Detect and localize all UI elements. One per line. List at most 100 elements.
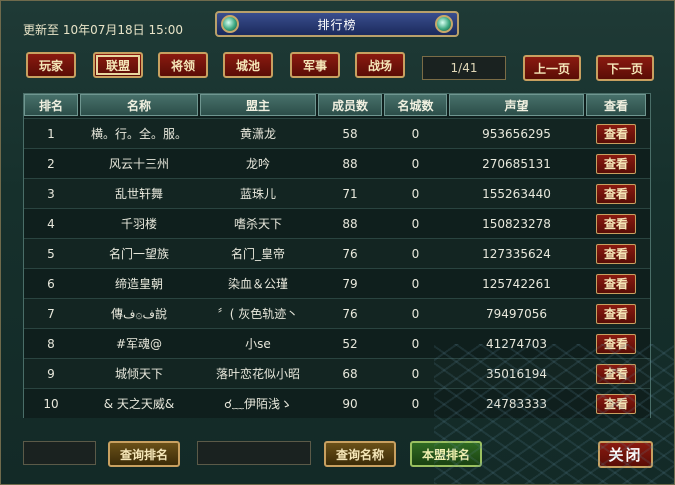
cell-view: 查看 [586,149,646,179]
title-bar: 排行榜 [215,11,459,37]
tab-alliance[interactable]: 联盟 [93,52,143,78]
cell-fame: 24783333 [485,396,548,411]
view-button[interactable]: 查看 [596,273,636,294]
cell-alliance-name: 傳ف۞ف說 [111,307,167,321]
name-search-input[interactable] [197,441,311,465]
cell-cities: 0 [411,306,420,321]
cell-fame: 125742261 [482,276,551,291]
cell-rank: 6 [47,276,55,291]
cell-leader: 染血＆公瑾 [227,277,288,291]
rank-search-input[interactable] [23,441,96,465]
table-row: 9 城倾天下 落叶恋花似小昭 68 0 35016194 查看 [24,358,650,388]
cell-rank: 3 [47,186,55,201]
alliance-rank-button[interactable]: 本盟排名 [410,441,482,467]
cell-leader: 名门_皇帝 [230,247,285,261]
view-button[interactable]: 查看 [596,213,636,234]
cell-rank: 4 [47,216,55,231]
ranking-table: 排名 名称 盟主 成员数 名城数 声望 查看 1 横。行。全。服。 黄潇龙 58 0 95… [23,93,651,418]
cell-rank: 2 [47,156,55,171]
cell-cities: 0 [411,336,420,351]
search-name-button[interactable]: 查询名称 [324,441,396,467]
column-header-rank: 排名 [24,94,78,116]
cell-members: 52 [342,336,358,351]
tab-battlefield[interactable]: 战场 [355,52,405,78]
cell-view: 查看 [586,329,646,359]
cell-view: 查看 [586,359,646,389]
table-row: 8 #军魂@ 小se 52 0 41274703 查看 [24,328,650,358]
cell-rank: 1 [47,126,55,141]
table-row: 5 名门一望族 名门_皇帝 76 0 127335624 查看 [24,238,650,268]
cell-alliance-name: 千羽楼 [120,217,157,231]
close-button[interactable]: 关闭 [598,441,653,468]
tab-military[interactable]: 军事 [290,52,340,78]
cell-rank: 9 [47,366,55,381]
cell-cities: 0 [411,156,420,171]
table-row: 1 横。行。全。服。 黄潇龙 58 0 953656295 查看 [24,118,650,148]
view-button[interactable]: 查看 [596,333,636,354]
column-header-view: 查看 [586,94,646,116]
cell-alliance-name: 横。行。全。服。 [90,127,187,141]
cell-leader: 蓝珠儿 [239,187,276,201]
page-title: 排行榜 [317,17,357,32]
table-row: 10 & 天之天威& ☌﹏伊陌浅ゝ 90 0 24783333 查看 [24,388,650,418]
cell-members: 76 [342,306,358,321]
view-button[interactable]: 查看 [596,153,636,174]
cell-cities: 0 [411,396,420,411]
view-button[interactable]: 查看 [596,303,636,324]
cell-cities: 0 [411,276,420,291]
cell-members: 68 [342,366,358,381]
cell-fame: 41274703 [485,336,548,351]
view-button[interactable]: 查看 [596,123,636,144]
cell-rank: 8 [47,336,55,351]
cell-fame: 150823278 [482,216,551,231]
tab-player[interactable]: 玩家 [26,52,76,78]
table-row: 4 千羽楼 嗜杀天下 88 0 150823278 查看 [24,208,650,238]
cell-leader: 小se [245,337,271,351]
view-button[interactable]: 查看 [596,393,636,414]
cell-view: 查看 [586,389,646,419]
cell-rank: 5 [47,246,55,261]
cell-cities: 0 [411,366,420,381]
cell-members: 88 [342,216,358,231]
table-row: 6 缔造皇朝 染血＆公瑾 79 0 125742261 查看 [24,268,650,298]
next-page-button[interactable]: 下一页 [596,55,654,81]
search-rank-button[interactable]: 查询排名 [108,441,180,467]
page-indicator: 1/41 [422,56,506,80]
table-row: 2 风云十三州 龙吟 88 0 270685131 查看 [24,148,650,178]
cell-leader: 嗜杀天下 [233,217,282,231]
view-button[interactable]: 查看 [596,243,636,264]
cell-view: 查看 [586,299,646,329]
view-button[interactable]: 查看 [596,183,636,204]
prev-page-button[interactable]: 上一页 [523,55,581,81]
jade-orb-icon [221,15,239,33]
cell-leader: 黄潇龙 [239,127,276,141]
cell-fame: 35016194 [485,366,548,381]
cell-alliance-name: 城倾天下 [114,367,163,381]
cell-rank: 7 [47,306,55,321]
cell-view: 查看 [586,239,646,269]
cell-alliance-name: 名门一望族 [108,247,169,261]
column-header-cities: 名城数 [384,94,447,116]
column-header-fame: 声望 [449,94,584,116]
cell-leader: 落叶恋花似小昭 [215,367,300,381]
cell-cities: 0 [411,126,420,141]
column-header-leader: 盟主 [200,94,316,116]
cell-members: 58 [342,126,358,141]
cell-fame: 79497056 [485,306,548,321]
cell-leader: ☌﹏伊陌浅ゝ [223,397,293,411]
tab-city[interactable]: 城池 [223,52,273,78]
jade-orb-icon [435,15,453,33]
cell-leader: 〞( 灰色轨迹丶 [217,307,299,321]
table-body: 1 横。行。全。服。 黄潇龙 58 0 953656295 查看 2 风云十三州 龙吟 88 0 270… [24,118,650,418]
cell-alliance-name: #军魂@ [115,337,163,351]
cell-alliance-name: 缔造皇朝 [114,277,163,291]
ranking-panel: 更新至 10年07月18日 15:00 排行榜 玩家 联盟 将领 城池 军事 战… [0,0,675,485]
table-row: 7 傳ف۞ف說 〞( 灰色轨迹丶 76 0 79497056 查看 [24,298,650,328]
cell-fame: 270685131 [482,156,551,171]
tab-general[interactable]: 将领 [158,52,208,78]
cell-members: 76 [342,246,358,261]
view-button[interactable]: 查看 [596,363,636,384]
cell-members: 90 [342,396,358,411]
update-time: 更新至 10年07月18日 15:00 [23,23,184,37]
cell-fame: 155263440 [482,186,551,201]
